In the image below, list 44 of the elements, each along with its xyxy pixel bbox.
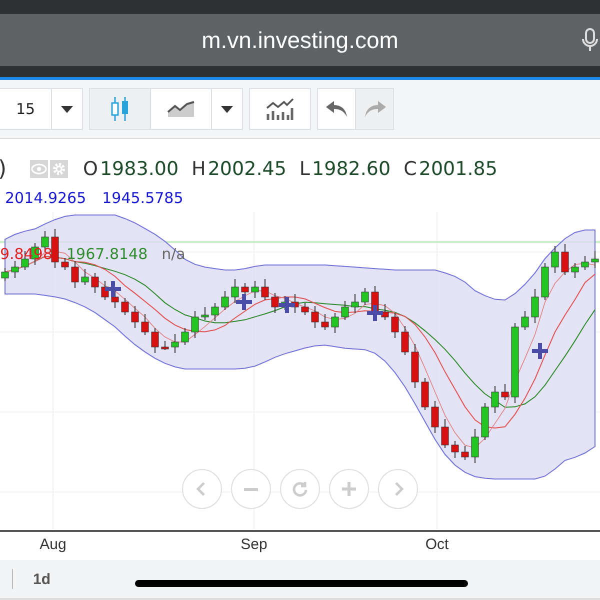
address-bar[interactable]: m.vn.investing.com: [0, 14, 600, 66]
caret-icon: [221, 106, 233, 112]
microphone-icon[interactable]: [582, 28, 598, 52]
axis-label: Sep: [240, 536, 268, 553]
band-value: 1945.5785: [102, 189, 184, 209]
axis-label: Oct: [424, 536, 450, 553]
undo-icon: [326, 101, 348, 117]
zoom-in-button[interactable]: [329, 469, 369, 509]
series-name-text: ): [0, 156, 8, 182]
undo-button[interactable]: [317, 88, 356, 130]
caret-icon: [61, 106, 73, 112]
indicators-button[interactable]: [249, 88, 311, 130]
scroll-left-button[interactable]: [182, 469, 222, 509]
plus-icon: [341, 481, 357, 497]
cross-marker-icon: [530, 341, 550, 361]
interval-button[interactable]: 15: [0, 88, 52, 130]
settings-icon[interactable]: [50, 160, 68, 178]
ohlc-value: L 1982.60: [299, 158, 391, 180]
indicator-value: 1967.8148: [66, 245, 148, 263]
ohlc-value: H 2002.45: [192, 158, 286, 180]
reset-icon: [292, 481, 308, 497]
reset-button[interactable]: [280, 469, 320, 509]
axis-label: Aug: [38, 536, 68, 553]
chart-type-button[interactable]: [89, 88, 151, 130]
scroll-right-button[interactable]: [378, 469, 418, 509]
indicators-icon: [266, 98, 294, 120]
cross-marker-icon: [365, 303, 385, 323]
ohlc-value: O 1983.00: [83, 158, 179, 180]
cross-marker-icon: [103, 279, 123, 299]
ohlc-value: C 2001.85: [404, 158, 498, 180]
zoom-out-button[interactable]: [231, 469, 271, 509]
url-text: m.vn.investing.com: [202, 26, 398, 54]
eye-icon[interactable]: [30, 160, 48, 178]
area-chart-icon: [167, 100, 195, 118]
redo-icon: [364, 101, 386, 117]
chart-type-button[interactable]: [150, 88, 212, 130]
cross-marker-icon: [277, 295, 297, 315]
dropdown-button[interactable]: [211, 88, 243, 130]
minus-icon: [243, 488, 259, 490]
cross-marker-icon: [234, 292, 254, 312]
interval-label[interactable]: 1d: [33, 570, 51, 588]
dropdown-button[interactable]: [51, 88, 83, 130]
band-value: 2014.9265: [5, 189, 86, 209]
candlestick-icon: [110, 96, 130, 122]
